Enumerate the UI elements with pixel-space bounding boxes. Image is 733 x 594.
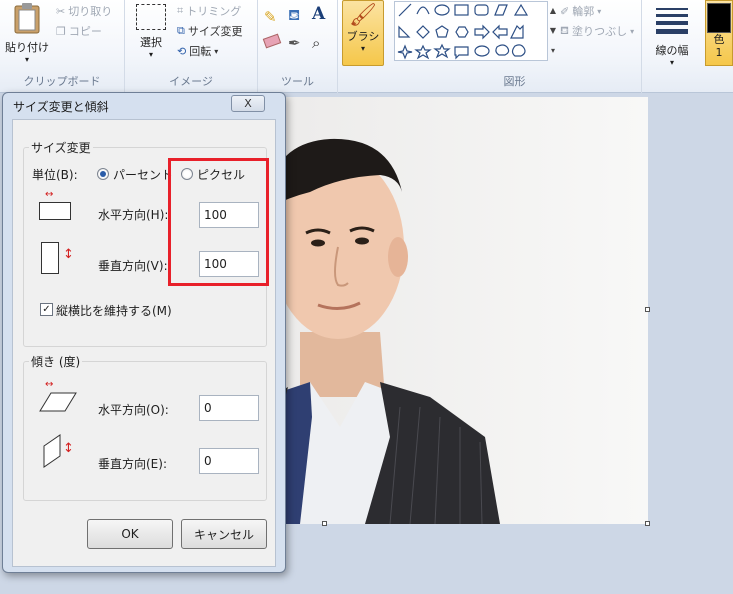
resize-handle-right[interactable] (645, 307, 650, 312)
skew-vertical-input[interactable]: 0 (199, 448, 259, 474)
line-width-icon (656, 8, 688, 34)
brush-dropdown-icon[interactable]: ▾ (343, 44, 383, 53)
paste-button[interactable]: 貼り付け ▾ (4, 2, 50, 64)
crop-icon: ⌗ (177, 4, 184, 17)
dialog-title: サイズ変更と傾斜 (13, 100, 109, 114)
percent-label[interactable]: パーセント (113, 166, 173, 183)
tools-group-label: ツール (281, 75, 314, 88)
dialog-close-button[interactable]: X (231, 95, 265, 112)
resize-vertical-label: 垂直方向(V): (98, 259, 168, 273)
image-group-label: イメージ (169, 75, 213, 88)
skew-legend: 傾き (度) (29, 353, 83, 370)
fill-icon: ⛾ (560, 23, 569, 37)
cancel-label: キャンセル (193, 527, 254, 542)
unit-label: 単位(B): (32, 168, 78, 182)
resize-icon: ⧉ (177, 24, 185, 37)
clipboard-group: 貼り付け ▾ ✂ 切り取り ❐ コピー クリップボード (0, 0, 125, 93)
skew-horizontal-label: 水平方向(O): (98, 403, 169, 417)
close-icon: X (244, 97, 252, 110)
ok-label: OK (121, 527, 139, 541)
ribbon: 貼り付け ▾ ✂ 切り取り ❐ コピー クリップボード 選択 ▾ ⌗ トリミング ⧉ サ… (0, 0, 733, 93)
crop-label: トリミング (186, 5, 242, 18)
select-rect-icon (136, 4, 166, 30)
color1-number: 1 (715, 46, 723, 59)
text-icon-glyph: A (312, 4, 326, 24)
magnifier-icon[interactable]: ⌕ (312, 34, 320, 52)
fill-button[interactable]: ⛾ 塗りつぶし ▾ (560, 23, 634, 39)
tools-group: ✎ ⛾ A ✒ ⌕ ツール (258, 0, 338, 93)
rotate-icon: ⟲ (177, 44, 187, 58)
shapes-group-label: 図形 (503, 75, 526, 88)
copy-icon: ❐ (56, 24, 66, 38)
keep-ratio-checkbox[interactable]: ✓ (40, 303, 53, 316)
horizontal-skew-icon: ↔ (39, 380, 79, 414)
fill-dropdown-icon[interactable]: ▾ (630, 27, 634, 36)
rotate-button[interactable]: ⟲ 回転 ▾ (177, 43, 218, 59)
select-button[interactable]: 選択 ▾ (133, 4, 169, 59)
brush-label: ブラシ (346, 30, 380, 43)
color1-swatch (707, 3, 731, 33)
eraser-icon[interactable] (262, 33, 282, 49)
shapes-group: ▲ ▼ ▾ ✐ 輪郭 ▾ ⛾ 塗りつぶし ▾ 図形 (388, 0, 642, 93)
portrait-photo (270, 97, 648, 524)
copy-button[interactable]: ❐ コピー (56, 23, 102, 39)
scissors-icon: ✂ (56, 4, 66, 18)
highlight-box (168, 158, 269, 286)
horizontal-resize-icon: ↔ (39, 190, 73, 220)
canvas-image[interactable] (270, 97, 648, 524)
shapes-icons (397, 3, 529, 60)
paste-dropdown-icon[interactable]: ▾ (4, 55, 50, 64)
outline-dropdown-icon[interactable]: ▾ (597, 7, 601, 16)
ok-button[interactable]: OK (87, 519, 173, 549)
pencil-icon[interactable]: ✎ (264, 8, 277, 26)
rotate-dropdown-icon[interactable]: ▾ (214, 47, 218, 56)
color1-button[interactable]: 色 1 (705, 0, 733, 66)
line-width-button[interactable]: 線の幅 ▾ (648, 2, 696, 67)
cancel-button[interactable]: キャンセル (181, 519, 267, 549)
shapes-gallery[interactable] (394, 1, 548, 61)
paste-label: 貼り付け (5, 41, 49, 54)
select-dropdown-icon[interactable]: ▾ (133, 50, 169, 59)
skew-horizontal-input[interactable]: 0 (199, 395, 259, 421)
fill-bucket-icon[interactable]: ⛾ (288, 6, 300, 26)
resize-label: サイズ変更 (187, 25, 243, 38)
outline-label: 輪郭 (572, 5, 595, 18)
resize-handle-bottom[interactable] (322, 521, 327, 526)
select-label: 選択 (140, 36, 162, 49)
resize-horizontal-label: 水平方向(H): (98, 208, 169, 222)
resize-handle-corner[interactable] (645, 521, 650, 526)
resize-legend: サイズ変更 (29, 139, 93, 156)
percent-radio[interactable] (97, 168, 109, 180)
color-picker-icon[interactable]: ✒ (288, 34, 301, 52)
keep-ratio-label[interactable]: 縦横比を維持する(M) (56, 302, 172, 319)
outline-button[interactable]: ✐ 輪郭 ▾ (560, 3, 601, 19)
text-icon[interactable]: A (312, 4, 325, 24)
crop-button[interactable]: ⌗ トリミング (177, 3, 241, 19)
vertical-skew-icon: ↕ (43, 434, 77, 470)
fill-label: 塗りつぶし (572, 25, 628, 38)
line-width-dropdown-icon[interactable]: ▾ (648, 58, 696, 67)
brush-button[interactable]: 🖌 ブラシ ▾ (342, 0, 384, 66)
skew-vertical-label: 垂直方向(E): (98, 457, 167, 471)
vertical-resize-icon: ↕ (41, 242, 75, 276)
brush-icon: 🖌 (349, 3, 377, 28)
cut-label: 切り取り (68, 5, 113, 18)
color1-label: 色 (713, 33, 725, 46)
cut-button[interactable]: ✂ 切り取り (56, 3, 112, 19)
copy-label: コピー (68, 25, 102, 38)
line-width-label: 線の幅 (655, 44, 689, 57)
clipboard-group-label: クリップボード (23, 75, 101, 88)
clipboard-icon (14, 3, 40, 34)
image-group: 選択 ▾ ⌗ トリミング ⧉ サイズ変更 ⟲ 回転 ▾ イメージ (125, 0, 258, 93)
outline-icon: ✐ (560, 4, 570, 18)
resize-button[interactable]: ⧉ サイズ変更 (177, 23, 243, 39)
rotate-label: 回転 (189, 45, 212, 58)
shapes-scroll[interactable]: ▲ ▼ ▾ (548, 1, 558, 61)
